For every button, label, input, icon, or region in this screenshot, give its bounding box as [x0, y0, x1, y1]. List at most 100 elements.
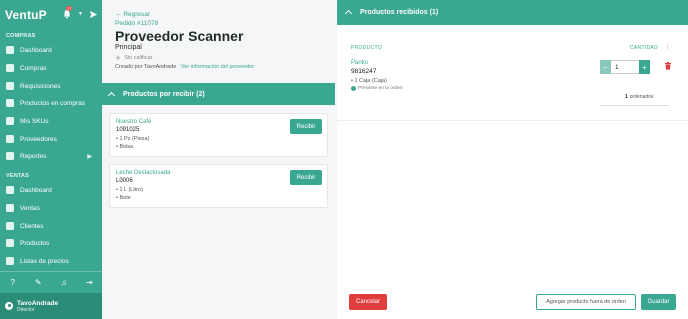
user-profile[interactable]: TavoAndrade Director — [0, 293, 102, 319]
quantity-stepper: − 1 + — [600, 60, 650, 74]
pending-products-title: Productos por recibir (2) — [123, 90, 205, 98]
receive-button[interactable]: Recibir — [290, 170, 322, 185]
product-pack: • Bote — [116, 195, 131, 201]
supplier-title: Proveedor Scanner — [115, 28, 244, 44]
sales-icon — [6, 204, 14, 212]
sidebar-item-label: Listas de precios — [20, 257, 69, 265]
sidebar-item-productos-en-compras[interactable]: Productos en compras — [0, 95, 102, 111]
users-icon — [6, 222, 14, 230]
sidebar-item-compras[interactable]: Compras — [0, 60, 102, 76]
column-header-product: PRODUCTO — [351, 45, 382, 51]
sidebar-item-label: Requisiciones — [20, 82, 61, 90]
box-icon — [6, 99, 14, 107]
dashboard-icon — [6, 46, 14, 54]
pending-product-card: Leche Deslactosada L0006 • 1 L (Litro) •… — [109, 164, 328, 208]
increment-button[interactable]: + — [639, 60, 650, 74]
pending-product-card: Nuestro Café 1091025 • 1 Pz (Pieza) • Bo… — [109, 113, 328, 157]
product-name: Nuestro Café — [116, 119, 152, 125]
sidebar-bottom-bar: ? ✎ ♫ ⇥ — [0, 271, 102, 293]
volume-icon[interactable]: ♫ — [58, 277, 69, 288]
received-products-title: Productos recibidos (1) — [360, 9, 439, 16]
product-unit: • 1 Pz (Pieza) — [116, 136, 150, 142]
sidebar-item-ventas[interactable]: Ventas — [0, 200, 102, 216]
sidebar-item-label: Productos en compras — [20, 99, 86, 107]
logout-icon[interactable]: ⇥ — [84, 277, 95, 288]
received-panel: Productos recibidos (1) PRODUCTO CANTIDA… — [337, 0, 688, 319]
present-status: Presente en la orden — [351, 86, 403, 91]
help-icon[interactable]: ? — [7, 277, 18, 288]
supplier-info-link[interactable]: Ver información del proveedor — [181, 64, 254, 70]
send-icon[interactable] — [89, 10, 98, 19]
chevron-up-icon — [344, 9, 353, 18]
sidebar-item-listas-de-precios[interactable]: Listas de precios — [0, 253, 102, 269]
dashboard-icon — [6, 186, 14, 194]
user-role: Director — [17, 306, 35, 313]
status-text: Presente en la orden — [358, 86, 403, 91]
check-circle-icon — [351, 86, 356, 91]
chevron-right-icon: ▶ — [87, 153, 92, 160]
bell-icon[interactable]: 17 — [62, 6, 73, 19]
rating: ★ Sin calificar — [115, 54, 152, 62]
quantity-input[interactable]: 1 — [611, 60, 639, 74]
top-icons: 17 ▼ — [62, 6, 98, 19]
user-name: TavoAndrade — [17, 299, 59, 307]
sidebar-item-proveedores[interactable]: Proveedores — [0, 131, 102, 147]
sidebar-item-label: Compras — [20, 64, 47, 72]
rating-label: Sin calificar — [124, 55, 153, 61]
sidebar-item-label: Dashboard — [20, 46, 52, 54]
order-number: Pedido #11078 — [115, 20, 159, 27]
sidebar-item-mis-skus[interactable]: Mis SKUs — [0, 113, 102, 129]
cancel-button[interactable]: Cancelar — [349, 294, 387, 310]
brand-logo[interactable]: VentuP — [5, 8, 47, 22]
unit-text: 1 Caja (Caja) — [354, 78, 387, 84]
chevron-down-icon[interactable]: ▼ — [78, 11, 83, 17]
sidebar-item-label: Reportes — [20, 152, 47, 160]
receive-button[interactable]: Recibir — [290, 119, 322, 134]
sidebar: VentuP 17 ▼ COMPRAS Dashboard Compras Re… — [0, 0, 102, 319]
created-by-text: Creado por TavoAndrade — [115, 64, 177, 70]
sidebar-item-label: Proveedores — [20, 135, 57, 143]
sidebar-item-label: Productos — [20, 239, 50, 247]
sidebar-item-productos[interactable]: Productos — [0, 235, 102, 251]
chat-icon[interactable]: ✎ — [33, 277, 44, 288]
chevron-up-icon — [107, 91, 116, 99]
unit-text: 1 Pz (Pieza) — [119, 136, 150, 142]
product-code: 9816247 — [351, 68, 377, 75]
product-name: Leche Deslactosada — [116, 170, 171, 176]
ordered-number: 1 — [625, 94, 628, 100]
received-products-header[interactable]: Productos recibidos (1) — [337, 0, 688, 25]
product-name: Panko — [351, 60, 369, 66]
trash-icon[interactable] — [664, 61, 672, 70]
sidebar-item-dashboard-ventas[interactable]: Dashboard — [0, 182, 102, 198]
product-pack: • Bolsa — [116, 144, 134, 150]
column-header-quantity: CANTIDAD — [630, 45, 658, 51]
save-button[interactable]: Guardar — [641, 294, 676, 310]
chart-icon — [6, 152, 14, 160]
back-link[interactable]: ← Regresar — [115, 11, 150, 18]
clipboard-icon — [6, 82, 14, 90]
pack-text: Bolsa — [119, 144, 134, 150]
sidebar-item-label: Dashboard — [20, 186, 52, 194]
ordered-count: 1 ordenados — [625, 94, 653, 100]
tag-icon — [6, 117, 14, 125]
sidebar-item-label: Clientes — [20, 222, 44, 230]
box-icon — [6, 239, 14, 247]
list-icon — [6, 257, 14, 265]
pending-products-header[interactable]: Productos por recibir (2) — [102, 83, 335, 105]
decrement-button[interactable]: − — [600, 60, 611, 74]
sidebar-item-clientes[interactable]: Clientes — [0, 218, 102, 234]
app-root: VentuP 17 ▼ COMPRAS Dashboard Compras Re… — [0, 0, 688, 319]
received-products-list: PRODUCTO CANTIDAD | Panko 9816247 • 1 Ca… — [337, 25, 688, 121]
sidebar-item-label: Ventas — [20, 204, 40, 212]
add-product-outside-order-button[interactable]: Agregar producto fuera de orden — [536, 294, 636, 310]
branch-name: Principal — [115, 44, 142, 51]
section-compras: COMPRAS — [6, 33, 36, 39]
unit-text: 1 L (Litro) — [119, 187, 143, 193]
order-panel: ← Regresar Pedido #11078 Proveedor Scann… — [102, 0, 335, 319]
cart-icon — [6, 64, 14, 72]
sidebar-item-reportes[interactable]: Reportes ▶ — [0, 148, 102, 164]
divider — [600, 105, 669, 106]
sidebar-item-requisiciones[interactable]: Requisiciones — [0, 78, 102, 94]
sidebar-item-dashboard[interactable]: Dashboard — [0, 42, 102, 58]
avatar — [5, 302, 13, 310]
